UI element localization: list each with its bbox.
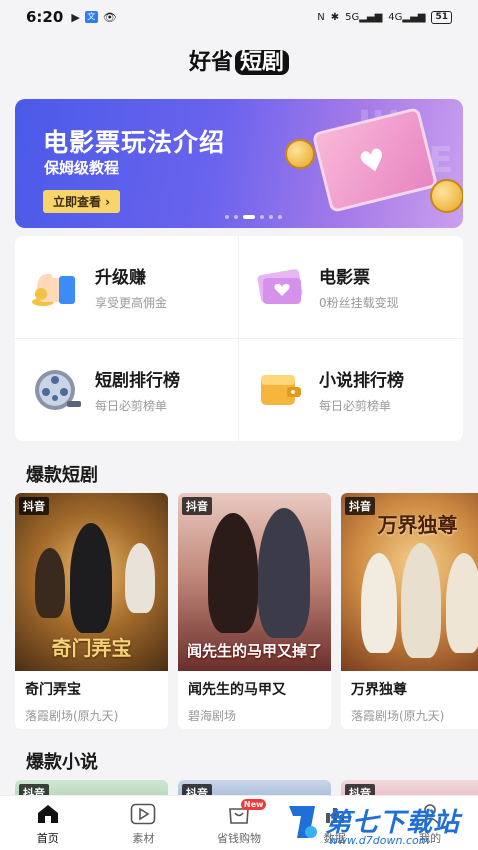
feature-subtitle: 享受更高佣金	[95, 295, 168, 310]
tab-home[interactable]: 首页	[0, 796, 96, 850]
tab-label: 首页	[36, 832, 59, 845]
feature-upgrade-earn[interactable]: 升级赚 享受更高佣金	[15, 236, 239, 339]
watermark-logo-icon	[289, 806, 317, 838]
drama-source: 落霞剧场(原九天)	[351, 709, 445, 723]
drama-source: 碧海剧场	[188, 709, 237, 723]
feature-subtitle: 0粉丝挂载变现	[319, 295, 399, 310]
title-part-2: 短剧	[235, 50, 290, 75]
wallet-book-icon	[253, 367, 307, 413]
play-square-icon	[129, 802, 157, 826]
promo-banner[interactable]: JUJUVE 电影票玩法介绍 保姆级教程 立即查看 › ♥	[15, 99, 463, 228]
drama-poster: 抖音 奇门弄宝	[15, 493, 168, 671]
feature-title: 电影票	[319, 267, 370, 288]
feature-title: 短剧排行榜	[95, 370, 180, 391]
feature-subtitle: 每日必剪榜单	[95, 398, 168, 413]
drama-name: 奇门弄宝	[25, 682, 81, 698]
poster-figure	[35, 548, 65, 618]
poster-title: 奇门弄宝	[51, 636, 132, 660]
feature-grid: 升级赚 享受更高佣金 电影票 0粉丝挂载变现 短剧排行榜 每日必剪榜单 小说排行…	[15, 236, 463, 441]
status-bar: 6:20 ▶ 文 👁 N ✱ 5G▂▄▆ 4G▂▄▆ 51	[0, 0, 478, 34]
platform-tag: 抖音	[19, 497, 49, 515]
bluetooth-icon: ✱	[330, 11, 340, 23]
media-play-icon: ▶	[71, 10, 80, 24]
banner-dot[interactable]	[278, 215, 282, 219]
signal-4g-icon: 4G▂▄▆	[388, 11, 426, 23]
drama-card[interactable]: 抖音 万界独尊 万界独尊 落霞剧场(原九天)	[341, 493, 478, 729]
banner-view-button[interactable]: 立即查看 ›	[43, 190, 121, 213]
section-title-drama: 爆款短剧	[26, 465, 98, 486]
platform-tag: 抖音	[182, 497, 212, 515]
thumbs-up-icon	[29, 264, 83, 310]
poster-figure	[401, 543, 441, 658]
poster-figure	[70, 523, 112, 633]
section-title-novel: 爆款小说	[26, 752, 98, 773]
drama-card[interactable]: 抖音 闻先生的马甲又掉了 闻先生的马甲又 碧海剧场	[178, 493, 331, 729]
movie-ticket-icon	[253, 264, 307, 310]
poster-figure	[208, 513, 258, 633]
signal-5g-icon: 5G▂▄▆	[345, 11, 383, 23]
ticket-illustration-icon: ♥	[311, 106, 439, 214]
drama-source: 落霞剧场(原九天)	[25, 709, 119, 723]
feature-title: 升级赚	[95, 267, 146, 288]
status-time: 6:20	[26, 8, 64, 26]
coin-icon	[430, 179, 463, 213]
watermark: 第七下载站 www.d7down.com	[285, 800, 475, 850]
drama-poster: 抖音 闻先生的马甲又掉了	[178, 493, 331, 671]
poster-figure	[258, 508, 310, 638]
banner-dot[interactable]	[234, 215, 238, 219]
eye-icon: 👁	[102, 10, 117, 24]
nfc-icon: N	[317, 11, 325, 23]
feature-drama-ranking[interactable]: 短剧排行榜 每日必剪榜单	[15, 338, 239, 441]
feature-subtitle: 每日必剪榜单	[319, 398, 392, 413]
banner-title: 电影票玩法介绍	[43, 128, 226, 157]
drama-list[interactable]: 抖音 奇门弄宝 奇门弄宝 落霞剧场(原九天) 抖音 闻先生的马甲又掉了 闻先生的…	[15, 493, 478, 729]
status-right-group: N ✱ 5G▂▄▆ 4G▂▄▆ 51	[317, 10, 452, 24]
banner-dot[interactable]	[269, 215, 273, 219]
drama-poster: 抖音 万界独尊	[341, 493, 478, 671]
banner-dot[interactable]	[225, 215, 229, 219]
watermark-url: www.d7down.com	[329, 834, 430, 847]
feature-novel-ranking[interactable]: 小说排行榜 每日必剪榜单	[239, 339, 463, 442]
banner-dot[interactable]	[260, 215, 264, 219]
notification-app-icon: 文	[84, 11, 98, 23]
feature-movie-ticket[interactable]: 电影票 0粉丝挂载变现	[239, 236, 463, 339]
title-part-1: 好省	[188, 50, 233, 75]
battery-indicator: 51	[431, 10, 452, 24]
banner-subtitle: 保姆级教程	[44, 159, 120, 177]
home-icon	[34, 802, 62, 826]
drama-card[interactable]: 抖音 奇门弄宝 奇门弄宝 落霞剧场(原九天)	[15, 493, 168, 729]
new-badge: New	[240, 799, 267, 810]
poster-title: 万界独尊	[377, 513, 458, 537]
banner-dot-active[interactable]	[243, 215, 255, 219]
feature-title: 小说排行榜	[319, 370, 404, 391]
poster-title: 闻先生的马甲又掉了	[186, 642, 322, 660]
poster-figure	[361, 553, 397, 653]
drama-name: 闻先生的马甲又	[188, 682, 286, 698]
film-reel-icon	[29, 367, 83, 413]
drama-name: 万界独尊	[351, 682, 407, 698]
tab-label: 素材	[132, 832, 155, 845]
tab-material[interactable]: 素材	[96, 796, 192, 850]
tab-label: 省钱购物	[216, 832, 261, 845]
banner-pagination[interactable]	[225, 215, 282, 219]
poster-figure	[446, 553, 478, 653]
coin-icon	[285, 139, 315, 169]
tab-shopping[interactable]: New 省钱购物	[191, 796, 287, 850]
poster-figure	[125, 543, 155, 613]
page-title: 好省 短剧	[0, 44, 478, 76]
